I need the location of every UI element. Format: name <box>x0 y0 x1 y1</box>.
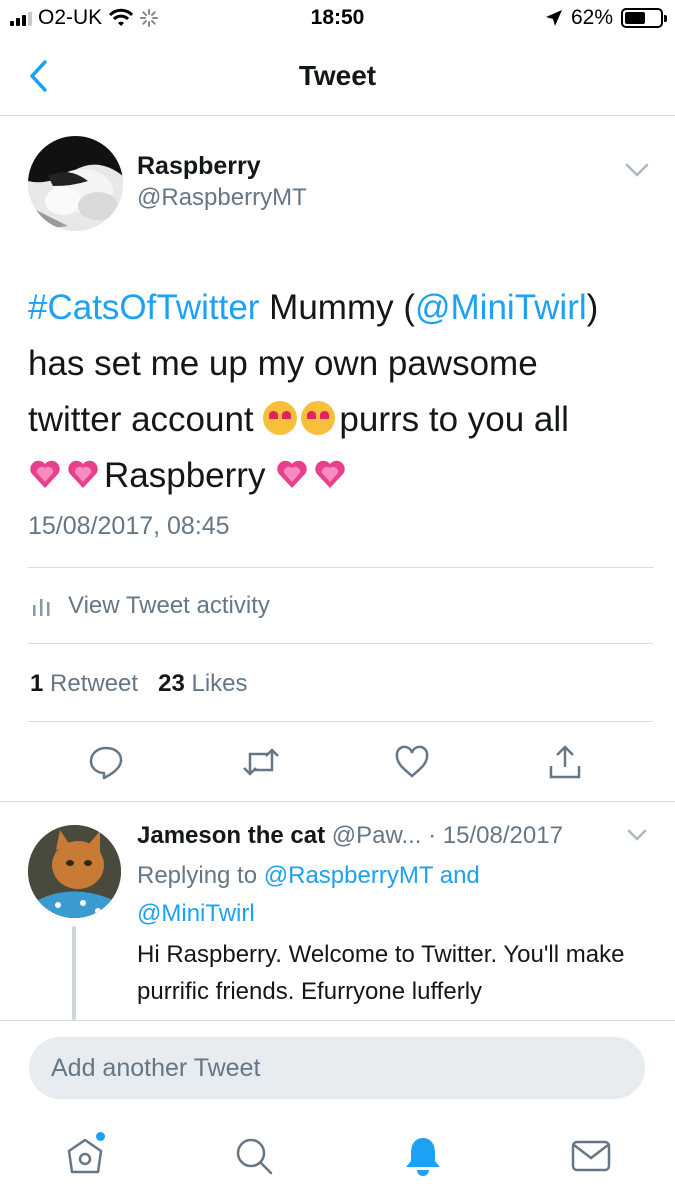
tab-messages[interactable] <box>567 1132 615 1180</box>
new-items-dot <box>96 1132 105 1141</box>
view-activity-link[interactable]: View Tweet activity <box>32 592 270 620</box>
replying-and: and <box>433 862 480 889</box>
tweet-text-part: Mummy ( <box>259 288 415 327</box>
engagement-stats: 1 Retweet 23 Likes <box>30 670 248 698</box>
retweet-button[interactable] <box>241 742 281 782</box>
growing-heart-emoji <box>66 452 100 488</box>
search-icon <box>236 1138 273 1175</box>
avatar[interactable] <box>28 136 123 231</box>
reply-avatar[interactable] <box>28 825 121 918</box>
chevron-down-icon <box>625 163 649 177</box>
battery-percent: 62% <box>570 6 613 29</box>
share-icon <box>549 745 581 779</box>
home-icon <box>67 1138 103 1174</box>
replying-to: Replying to @RaspberryMT and @MiniTwirl <box>137 857 637 933</box>
retweet-icon <box>243 748 279 776</box>
tweet-actions <box>0 742 675 788</box>
heart-eyes-cat-emoji <box>263 401 298 435</box>
nav-bar: Tweet <box>0 38 675 116</box>
tab-notifications[interactable] <box>399 1132 447 1180</box>
like-label: Likes <box>184 670 248 697</box>
reply-button[interactable] <box>86 742 126 782</box>
mention-link[interactable]: @MiniTwirl <box>415 288 587 327</box>
replying-user-link[interactable]: @RaspberryMT <box>264 862 433 889</box>
like-button[interactable] <box>392 742 432 782</box>
status-bar-right: 62% <box>545 6 667 30</box>
page-title: Tweet <box>298 60 377 91</box>
divider <box>28 567 653 568</box>
reply-meta: @Paw... · 15/08/2017 <box>325 822 563 849</box>
messages-icon <box>571 1140 611 1172</box>
tweet-text-part: Raspberry <box>104 456 276 495</box>
battery-icon <box>621 8 667 28</box>
status-bar: O2-UK 18:50 62% <box>0 0 675 38</box>
tweet-text-part: ) <box>586 288 599 327</box>
tab-search[interactable] <box>230 1132 278 1180</box>
chevron-down-icon <box>627 829 647 841</box>
add-tweet-input[interactable]: Add another Tweet <box>29 1037 645 1099</box>
tweet-text: #CatsOfTwitter Mummy (@MiniTwirl) has se… <box>28 280 648 504</box>
replying-prefix: Replying to <box>137 862 264 889</box>
analytics-icon <box>33 599 50 616</box>
thread-line <box>72 926 76 1020</box>
tweet-text-part: purrs to you all <box>339 400 569 439</box>
replying-user-link[interactable]: @MiniTwirl <box>137 900 255 927</box>
cat-photo <box>28 136 123 231</box>
retweet-count: 1 <box>30 670 44 697</box>
tweet-text-part: has set me up my own pawsome <box>28 344 538 383</box>
reply-icon <box>89 746 123 780</box>
reply-text: Hi Raspberry. Welcome to Twitter. You'll… <box>137 941 625 1005</box>
reply-header: Jameson the cat @Paw... · 15/08/2017 <box>137 822 563 850</box>
tab-bar <box>0 1116 675 1200</box>
reply-author-name[interactable]: Jameson the cat <box>137 822 325 849</box>
heart-eyes-cat-emoji <box>301 401 336 435</box>
growing-heart-emoji <box>313 452 347 488</box>
tweet-text-part: twitter account <box>28 400 264 439</box>
tweet-timestamp: 15/08/2017, 08:45 <box>28 512 230 540</box>
share-button[interactable] <box>545 742 585 782</box>
reply-options-button[interactable] <box>626 826 648 844</box>
notifications-icon <box>406 1138 440 1176</box>
author-name[interactable]: Raspberry <box>137 152 261 181</box>
growing-heart-emoji <box>275 452 309 488</box>
like-stat[interactable]: 23 Likes <box>158 670 247 697</box>
author-handle[interactable]: @RaspberryMT <box>137 184 307 212</box>
retweet-stat[interactable]: 1 Retweet <box>30 670 138 697</box>
location-arrow-icon <box>545 10 562 26</box>
like-count: 23 <box>158 670 185 697</box>
heart-icon <box>395 745 429 778</box>
cat-photo <box>28 825 121 918</box>
activity-label: View Tweet activity <box>68 592 270 619</box>
divider <box>28 643 653 644</box>
retweet-label: Retweet <box>43 670 139 697</box>
tab-home[interactable] <box>61 1132 109 1180</box>
hashtag-link[interactable]: #CatsOfTwitter <box>28 288 259 327</box>
tweet-options-button[interactable] <box>624 160 650 180</box>
divider <box>0 801 675 802</box>
composer-bar: Add another Tweet <box>0 1020 675 1116</box>
growing-heart-emoji <box>28 452 62 488</box>
divider <box>28 721 653 722</box>
